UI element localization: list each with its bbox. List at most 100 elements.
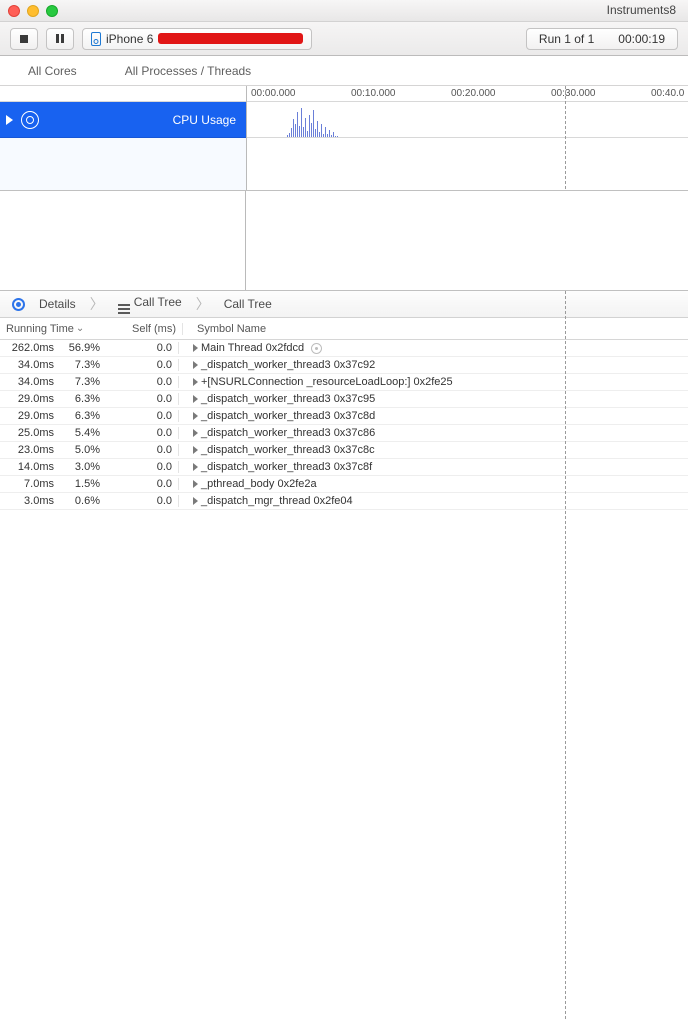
filter-bar: All Cores All Processes / Threads xyxy=(0,56,688,86)
cell-pct: 1.5% xyxy=(58,478,106,490)
col-running-time[interactable]: Running Time⌄ xyxy=(4,323,116,335)
track-cpu-usage[interactable]: CPU Usage xyxy=(0,102,246,138)
track-label: CPU Usage xyxy=(173,113,236,127)
table-body: 262.0ms56.9%0.0Main Thread 0x2fdcd 34.0ms… xyxy=(0,340,688,510)
disclosure-icon[interactable] xyxy=(193,361,198,369)
cell-pct: 5.4% xyxy=(58,427,106,439)
pause-icon xyxy=(56,34,64,43)
disclosure-icon[interactable] xyxy=(193,429,198,437)
sort-desc-icon: ⌄ xyxy=(76,323,84,334)
minimize-icon[interactable] xyxy=(27,5,39,17)
chevron-icon: 〉 xyxy=(196,294,210,314)
col-self[interactable]: Self (ms) xyxy=(116,323,182,335)
filter-processes[interactable]: All Processes / Threads xyxy=(125,64,252,78)
cell-symbol: _pthread_body 0x2fe2a xyxy=(201,478,317,490)
track-gap-right xyxy=(246,191,688,290)
track-sidebar: CPU Usage xyxy=(0,86,246,190)
cell-pct: 6.3% xyxy=(58,410,106,422)
cell-symbol: _dispatch_worker_thread3 0x37c92 xyxy=(201,359,375,371)
disclosure-icon[interactable] xyxy=(193,497,198,505)
chevron-icon: 〉 xyxy=(90,294,104,314)
cell-symbol: _dispatch_worker_thread3 0x37c86 xyxy=(201,427,375,439)
cell-symbol: +[NSURLConnection _resourceLoadLoop:] 0x… xyxy=(201,376,453,388)
pause-button[interactable] xyxy=(46,28,74,50)
table-row[interactable]: 14.0ms3.0% 0.0 _dispatch_worker_thread3 0x… xyxy=(0,459,688,476)
cell-ms: 262.0ms xyxy=(2,342,58,354)
close-icon[interactable] xyxy=(8,5,20,17)
disclosure-icon[interactable] xyxy=(193,344,198,352)
disclosure-icon[interactable] xyxy=(193,395,198,403)
cell-self: 0.0 xyxy=(112,410,178,422)
disclosure-icon[interactable] xyxy=(193,412,198,420)
disclosure-icon[interactable] xyxy=(193,446,198,454)
cell-self: 0.0 xyxy=(112,444,178,456)
filter-cores[interactable]: All Cores xyxy=(28,64,77,78)
cell-pct: 7.3% xyxy=(58,359,106,371)
table-row[interactable]: 29.0ms6.3% 0.0 _dispatch_worker_thread3 0x… xyxy=(0,408,688,425)
table-row[interactable]: 23.0ms5.0% 0.0 _dispatch_worker_thread3 0x… xyxy=(0,442,688,459)
target-device: iPhone 6 xyxy=(106,32,153,46)
tick: 00:20.000 xyxy=(451,88,496,99)
table-row[interactable]: 262.0ms56.9%0.0Main Thread 0x2fdcd xyxy=(0,340,688,357)
zoom-icon[interactable] xyxy=(46,5,58,17)
run-info[interactable]: Run 1 of 1 00:00:19 xyxy=(526,28,678,50)
track-gap xyxy=(0,191,688,291)
target-selector[interactable]: iPhone 6 xyxy=(82,28,312,50)
disclosure-icon[interactable] xyxy=(193,463,198,471)
cell-pct: 6.3% xyxy=(58,393,106,405)
graph-empty xyxy=(247,138,688,190)
track-gap-left xyxy=(0,191,246,290)
detail-icon[interactable] xyxy=(12,298,25,311)
cpu-graph[interactable] xyxy=(247,102,688,138)
table-row[interactable]: 3.0ms0.6%0.0_dispatch_mgr_thread 0x2fe04 xyxy=(0,493,688,510)
track-area: CPU Usage 00:00.000 00:10.000 00:20.000 … xyxy=(0,86,688,191)
cell-symbol: _dispatch_mgr_thread 0x2fe04 xyxy=(201,495,353,507)
ruler-spacer xyxy=(0,86,246,102)
cell-pct: 5.0% xyxy=(58,444,106,456)
cell-symbol: _dispatch_worker_thread3 0x37c8f xyxy=(201,461,372,473)
detail-label[interactable]: Details xyxy=(39,297,76,311)
table-row[interactable]: 7.0ms1.5% 0.0 _pthread_body 0x2fe2a xyxy=(0,476,688,493)
activity-icon xyxy=(21,111,39,129)
device-icon xyxy=(91,32,101,46)
table-row[interactable]: 34.0ms7.3%0.0_dispatch_worker_thread3 0x… xyxy=(0,357,688,374)
cell-symbol: _dispatch_worker_thread3 0x37c8d xyxy=(201,410,375,422)
cell-ms: 29.0ms xyxy=(2,393,58,405)
toolbar: iPhone 6 Run 1 of 1 00:00:19 xyxy=(0,22,688,56)
cell-pct: 3.0% xyxy=(58,461,106,473)
record-button[interactable] xyxy=(10,28,38,50)
cell-self: 0.0 xyxy=(112,461,178,473)
time-ruler[interactable]: 00:00.000 00:10.000 00:20.000 00:30.000 … xyxy=(247,86,688,102)
detail-bar: Details 〉 Call Tree 〉 Call Tree xyxy=(0,291,688,318)
cell-self: 0.0 xyxy=(112,359,178,371)
cell-ms: 23.0ms xyxy=(2,444,58,456)
crumb-calltree: Call Tree xyxy=(118,295,182,314)
crumb-calltree-2[interactable]: Call Tree xyxy=(224,297,272,311)
cell-ms: 7.0ms xyxy=(2,478,58,490)
cell-ms: 25.0ms xyxy=(2,427,58,439)
table-row[interactable]: 25.0ms5.4%0.0_dispatch_worker_thread3 0x… xyxy=(0,425,688,442)
record-icon xyxy=(20,35,28,43)
disclosure-icon[interactable] xyxy=(193,480,198,488)
cell-pct: 0.6% xyxy=(58,495,106,507)
tick: 00:40.0 xyxy=(651,88,684,99)
table-headers: Running Time⌄ Self (ms) Symbol Name xyxy=(0,318,688,340)
cell-ms: 29.0ms xyxy=(2,410,58,422)
cell-ms: 3.0ms xyxy=(2,495,58,507)
track-timeline[interactable]: 00:00.000 00:10.000 00:20.000 00:30.000 … xyxy=(246,86,688,190)
cell-self: 0.0 xyxy=(112,478,178,490)
table-row[interactable]: 34.0ms7.3%0.0+[NSURLConnection _resource… xyxy=(0,374,688,391)
table-row[interactable]: 29.0ms6.3% 0.0 _dispatch_worker_thread3 0x… xyxy=(0,391,688,408)
disclosure-icon xyxy=(6,115,13,125)
col-symbol[interactable]: Symbol Name xyxy=(182,323,688,335)
cell-pct: 7.3% xyxy=(58,376,106,388)
cell-symbol: _dispatch_worker_thread3 0x37c8c xyxy=(201,444,375,456)
cpu-spikes xyxy=(287,103,338,137)
disclosure-icon[interactable] xyxy=(193,378,198,386)
redacted-area xyxy=(158,33,303,44)
cell-symbol: _dispatch_worker_thread3 0x37c95 xyxy=(201,393,375,405)
run-label: Run 1 of 1 xyxy=(539,32,594,46)
cell-ms: 14.0ms xyxy=(2,461,58,473)
gear-icon[interactable] xyxy=(311,343,322,354)
cell-self: 0.0 xyxy=(112,393,178,405)
